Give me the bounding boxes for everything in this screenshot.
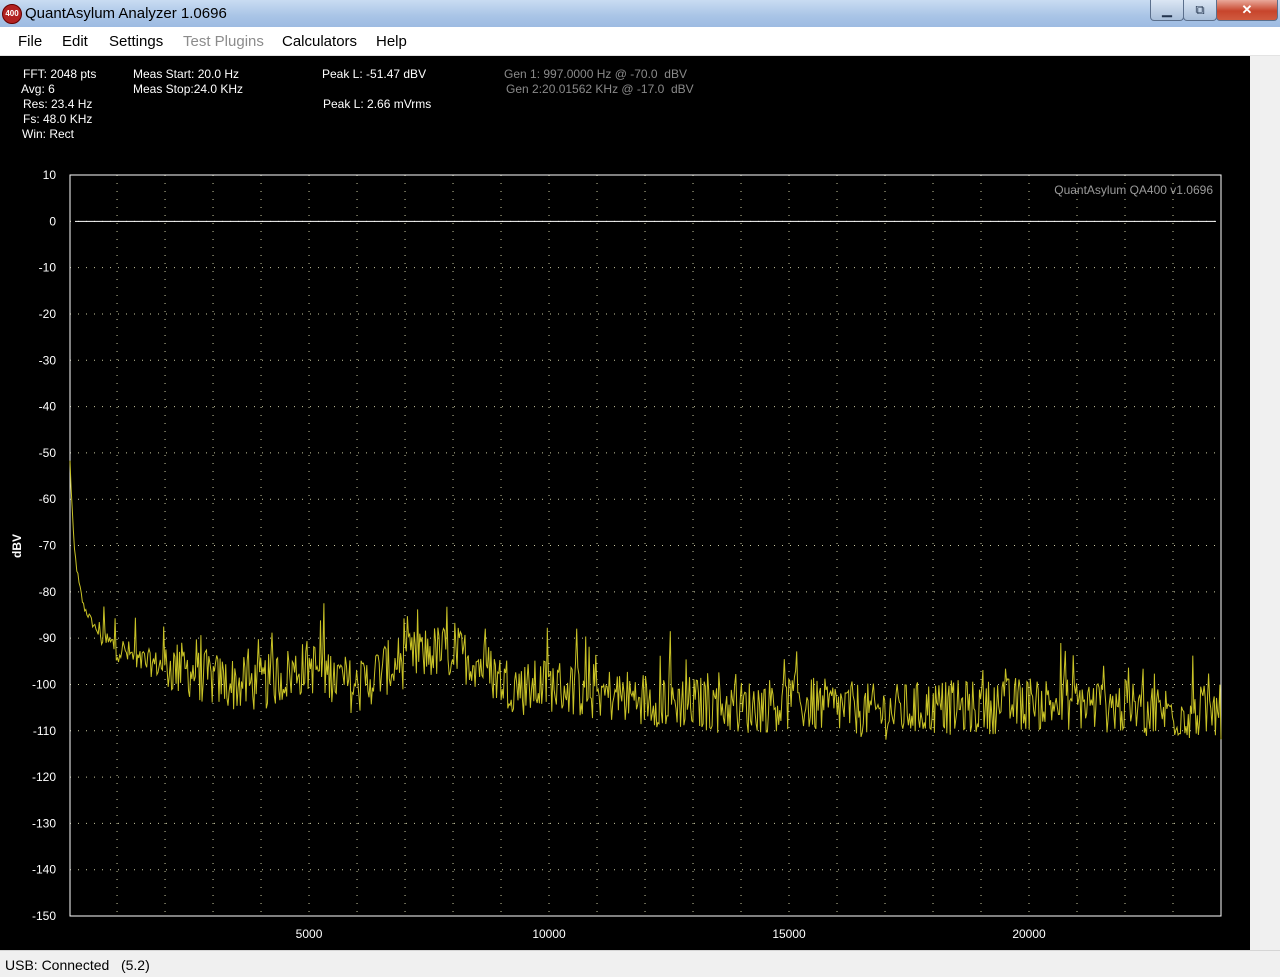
- y-tick-label-3: -20: [39, 307, 57, 321]
- y-tick-label-15: -140: [32, 863, 56, 877]
- menu-settings[interactable]: Settings: [109, 33, 163, 50]
- y-tick-label-8: -70: [39, 539, 57, 553]
- menu-file[interactable]: File: [18, 33, 42, 50]
- y-tick-label-1: 0: [49, 214, 56, 228]
- app-icon: 400: [2, 4, 22, 24]
- y-tick-label-14: -130: [32, 816, 56, 830]
- menu-calculators[interactable]: Calculators: [282, 33, 357, 50]
- minimize-button[interactable]: ▁: [1150, 0, 1184, 21]
- usb-status: USB: Connected (5.2): [5, 957, 150, 973]
- maximize-button[interactable]: ⧉: [1183, 0, 1217, 21]
- menu-test-plugins[interactable]: Test Plugins: [183, 33, 264, 50]
- close-icon: ✕: [1241, 2, 1253, 17]
- y-axis-ticks: 10 0 -10 -20 -30 -40 -50 -60 -70 -80 -90 -100 -110 -1…: [32, 168, 56, 923]
- y-tick-label-12: -110: [33, 724, 56, 738]
- close-button[interactable]: ✕: [1216, 0, 1278, 21]
- y-tick-label-0: 10: [43, 168, 57, 182]
- restore-icon: ⧉: [1195, 2, 1205, 17]
- spectrum-chart: 10 0 -10 -20 -30 -40 -50 -60 -70 -80 -90 -100 -110 -1…: [10, 168, 1222, 941]
- chart-grid: [70, 175, 1221, 916]
- x-axis-ticks: 5000 10000 15000 20000: [296, 927, 1046, 941]
- analyzer-panel: FFT: 2048 pts Avg: 6 Res: 23.4 Hz Fs: 48…: [0, 56, 1250, 950]
- x-tick-label-1: 10000: [532, 927, 566, 941]
- y-tick-label-4: -30: [39, 353, 57, 367]
- status-bar: USB: Connected (5.2): [0, 950, 1280, 977]
- y-tick-label-2: -10: [39, 261, 57, 275]
- x-tick-label-0: 5000: [296, 927, 323, 941]
- y-tick-label-9: -80: [39, 585, 57, 599]
- y-tick-label-10: -90: [39, 631, 57, 645]
- y-axis-label: dBV: [10, 534, 24, 558]
- title-bar: 400 QuantAsylum Analyzer 1.0696 ▁ ⧉ ✕: [0, 0, 1280, 27]
- y-tick-label-5: -40: [39, 400, 57, 414]
- menu-edit[interactable]: Edit: [62, 33, 88, 50]
- y-tick-label-16: -150: [32, 909, 56, 923]
- y-tick-label-6: -50: [39, 446, 57, 460]
- x-tick-label-3: 20000: [1012, 927, 1046, 941]
- window-frame-right: [1250, 56, 1280, 950]
- y-tick-label-7: -60: [39, 492, 57, 506]
- x-tick-label-2: 15000: [772, 927, 806, 941]
- spectrum-trace: [69, 460, 1222, 740]
- plot-frame: [69, 174, 1222, 917]
- chart-watermark: QuantAsylum QA400 v1.0696: [1054, 183, 1213, 197]
- minimize-icon: ▁: [1162, 2, 1172, 17]
- menu-bar: File Edit Settings Test Plugins Calculat…: [0, 27, 1280, 56]
- menu-help[interactable]: Help: [376, 33, 407, 50]
- y-tick-label-11: -100: [32, 677, 56, 691]
- window-title: QuantAsylum Analyzer 1.0696: [25, 5, 227, 22]
- y-tick-label-13: -120: [32, 770, 56, 784]
